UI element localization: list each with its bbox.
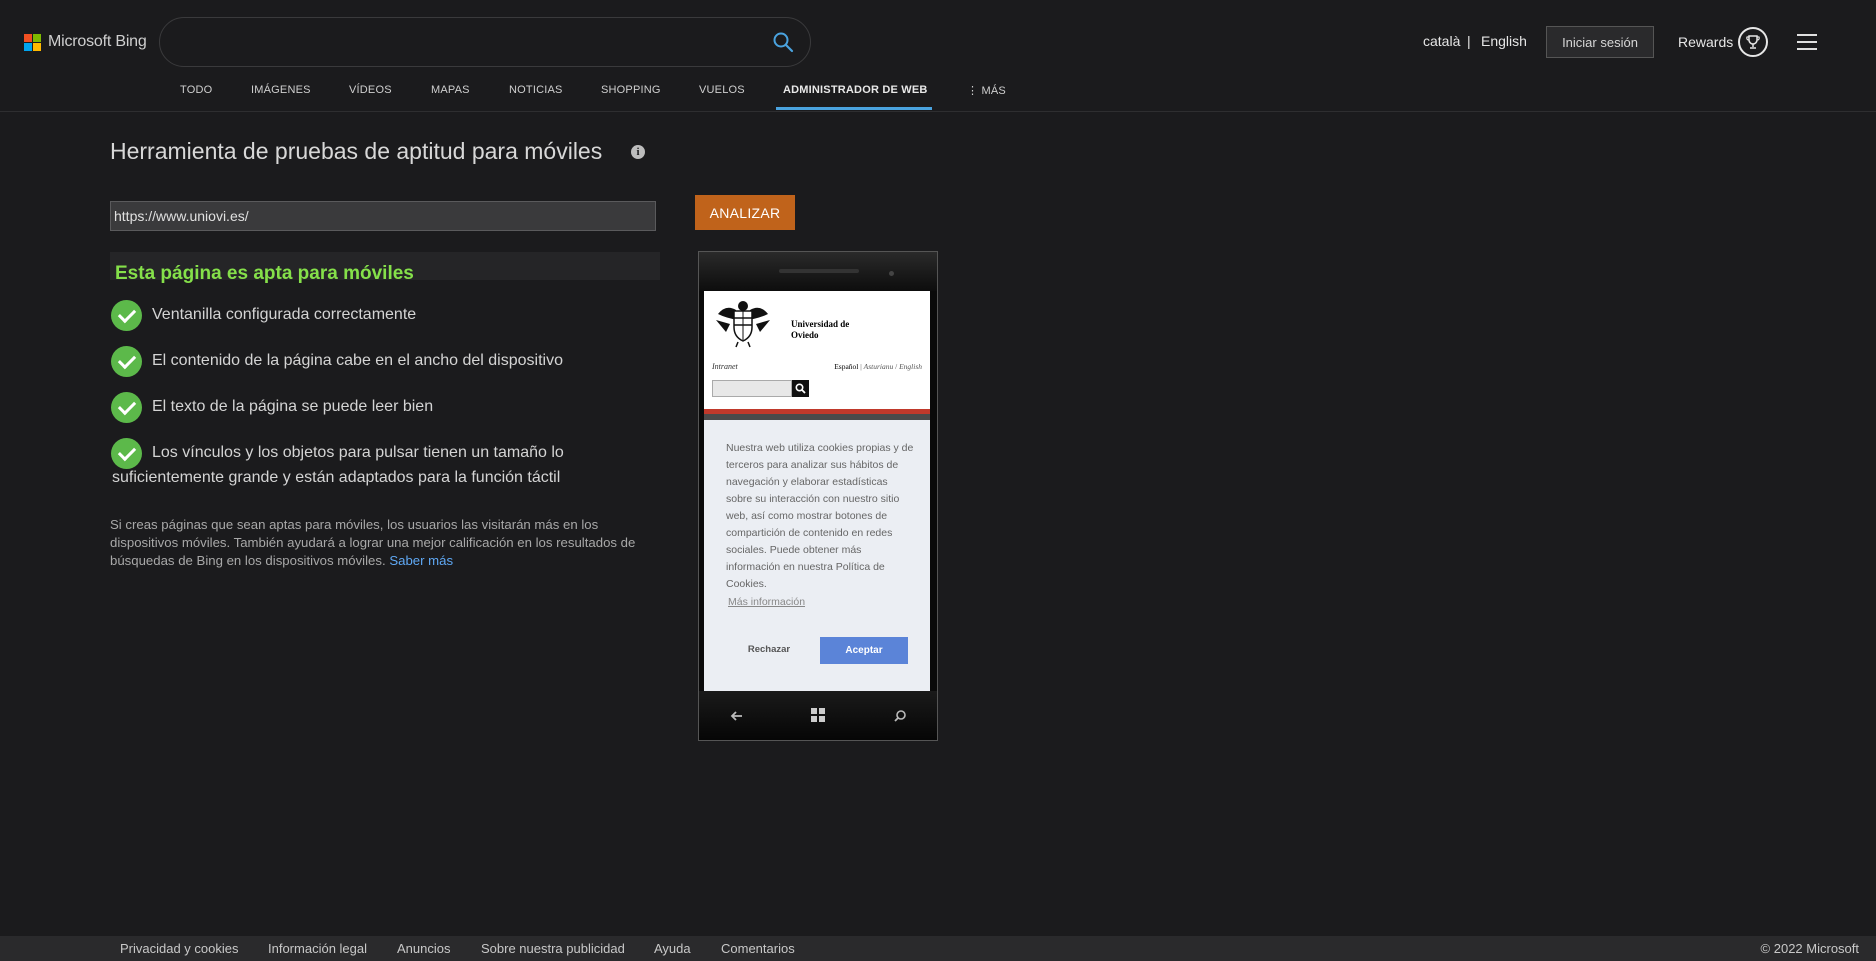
url-input[interactable]: [110, 201, 656, 231]
info-icon[interactable]: i: [631, 145, 645, 159]
info-paragraph: Si creas páginas que sean aptas para móv…: [110, 516, 660, 570]
tab-mas[interactable]: ⋮ MÁS: [967, 84, 1006, 112]
trophy-icon[interactable]: [1738, 27, 1768, 57]
tab-imagenes[interactable]: IMÁGENES: [251, 84, 311, 112]
copyright: © 2022 Microsoft: [1760, 941, 1859, 956]
phone-screen: Universidad de Oviedo Intranet Español |…: [704, 291, 930, 691]
hamburger-menu-icon[interactable]: [1797, 34, 1817, 50]
analyze-button[interactable]: ANALIZAR: [695, 195, 795, 230]
check-icon: [111, 346, 142, 377]
active-tab-indicator: [776, 107, 932, 110]
result-title: Esta página es apta para móviles: [115, 263, 414, 284]
cookie-text: Nuestra web utiliza cookies propias y de…: [726, 442, 914, 590]
tab-vuelos[interactable]: VUELOS: [699, 84, 745, 112]
check-item-text-readable: El texto de la página se puede leer bien: [152, 398, 434, 415]
nav-tabs: TODO IMÁGENES VÍDEOS MAPAS NOTICIAS SHOP…: [0, 84, 1876, 112]
intranet-link[interactable]: Intranet: [712, 362, 738, 371]
phone-bottom-bezel: [699, 691, 937, 740]
tab-mapas[interactable]: MAPAS: [431, 84, 470, 112]
info-text: Si creas páginas que sean aptas para móv…: [110, 517, 636, 568]
university-crest-icon: [716, 301, 770, 348]
cookie-overlay: Nuestra web utiliza cookies propias y de…: [704, 414, 930, 691]
lang-separator: |: [1467, 33, 1471, 49]
accept-cookies-button[interactable]: Aceptar: [820, 637, 908, 664]
reject-cookies-button[interactable]: Rechazar: [734, 637, 804, 661]
search-icon: [795, 383, 806, 394]
language-links: Español | Asturianu / English: [834, 362, 922, 371]
check-icon: [111, 300, 142, 331]
check-item-content-width: El contenido de la página cabe en el anc…: [152, 352, 563, 369]
tab-shopping[interactable]: SHOPPING: [601, 84, 661, 112]
phone-top-bezel: [699, 252, 937, 291]
uniovi-header: Universidad de Oviedo Intranet Español |…: [704, 291, 930, 414]
search-icon: [894, 710, 906, 722]
check-item-viewport: Ventanilla configurada correctamente: [152, 306, 417, 323]
search-box[interactable]: [159, 17, 811, 67]
footer-link-privacy[interactable]: Privacidad y cookies: [120, 941, 239, 956]
university-name: Universidad de Oviedo: [791, 319, 850, 340]
tab-noticias[interactable]: NOTICIAS: [509, 84, 563, 112]
phone-speaker: [779, 269, 859, 273]
bing-logo[interactable]: Microsoft Bing: [24, 33, 147, 51]
page-title: Herramienta de pruebas de aptitud para m…: [110, 138, 603, 164]
tab-todo[interactable]: TODO: [180, 84, 212, 112]
search-icon[interactable]: [772, 31, 794, 53]
phone-camera: [889, 271, 894, 276]
back-arrow-icon: [730, 711, 742, 721]
microsoft-logo-icon: [24, 33, 41, 51]
footer-link-legal[interactable]: Información legal: [268, 941, 367, 956]
cookie-more-info-link[interactable]: Más información: [728, 596, 805, 608]
check-icon: [111, 392, 142, 423]
signin-button[interactable]: Iniciar sesión: [1546, 26, 1654, 58]
rewards-label[interactable]: Rewards: [1678, 34, 1733, 50]
search-input[interactable]: [184, 30, 744, 56]
footer-link-help[interactable]: Ayuda: [654, 941, 691, 956]
mobile-preview-phone: Universidad de Oviedo Intranet Español |…: [698, 251, 938, 741]
learn-more-link[interactable]: Saber más: [389, 553, 453, 568]
mini-search-button[interactable]: [792, 380, 809, 397]
top-header: Microsoft Bing català | English Iniciar …: [0, 0, 1876, 112]
tab-videos[interactable]: VÍDEOS: [349, 84, 392, 112]
footer-link-feedback[interactable]: Comentarios: [721, 941, 795, 956]
lang-catalan-link[interactable]: català: [1423, 33, 1460, 49]
footer-link-about-ads[interactable]: Sobre nuestra publicidad: [481, 941, 625, 956]
cookie-banner: Nuestra web utiliza cookies propias y de…: [704, 420, 930, 691]
footer-link-ads[interactable]: Anuncios: [397, 941, 450, 956]
footer: Privacidad y cookies Información legal A…: [0, 936, 1876, 961]
lang-english-link[interactable]: English: [1481, 33, 1527, 49]
logo-text: Microsoft Bing: [48, 33, 147, 50]
mini-search-input[interactable]: [712, 380, 792, 397]
check-item-tap-targets: Los vínculos y los objetos para pulsar t…: [112, 444, 564, 486]
windows-logo-icon: [811, 708, 827, 724]
